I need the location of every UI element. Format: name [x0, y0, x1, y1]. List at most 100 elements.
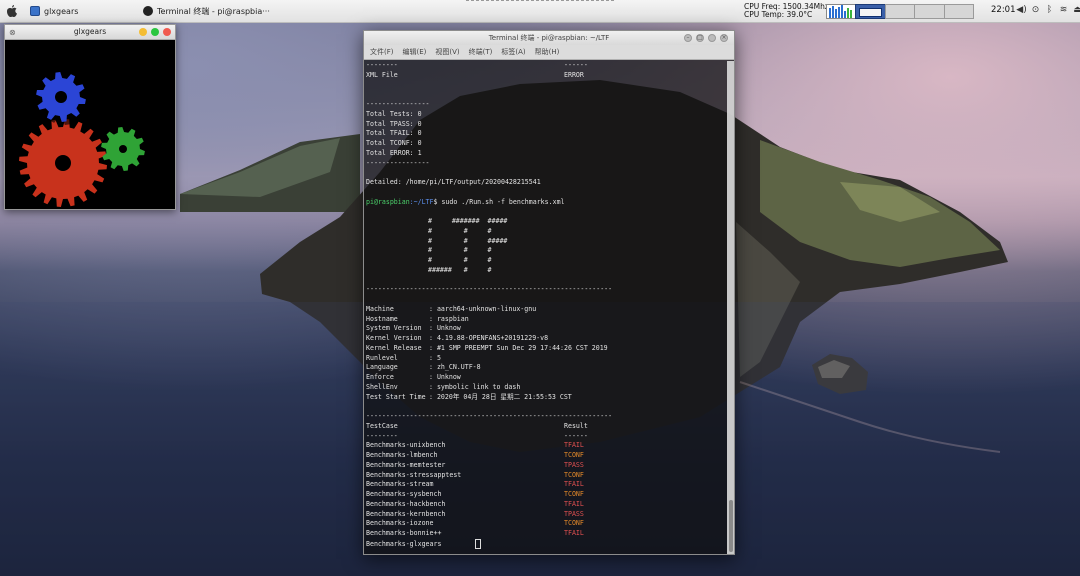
ascii-art-line: ###### # #: [428, 265, 492, 274]
test-row: Benchmarks-stressapptest TCONF: [366, 471, 727, 481]
close-button[interactable]: [163, 28, 171, 36]
bluetooth-icon[interactable]: ᛒ: [1044, 4, 1055, 16]
terminal-line: Total Tests: 0: [366, 109, 422, 118]
maximize-button[interactable]: [708, 34, 716, 42]
eject-icon[interactable]: ⏏: [1072, 4, 1080, 16]
terminal-output[interactable]: -------- ------ XML File ERROR -----------…: [364, 61, 727, 554]
restore-button[interactable]: □: [696, 34, 704, 42]
taskbar-item-terminal[interactable]: Terminal 终端 - pi@raspbia···: [143, 3, 270, 19]
test-row: Benchmarks-glxgears: [366, 538, 727, 549]
apple-menu-icon[interactable]: [6, 4, 18, 18]
wifi-icon[interactable]: ≋: [1058, 4, 1069, 16]
command-prompt: pi@raspbian:~/LTF$ sudo ./Run.sh -f benc…: [366, 197, 565, 206]
menu-help[interactable]: 帮助(H): [535, 45, 560, 59]
top-panel: glxgears Terminal 终端 - pi@raspbia··· CPU…: [0, 0, 1080, 23]
menu-terminal[interactable]: 终端(T): [469, 45, 493, 59]
terminal-icon: [143, 6, 153, 16]
maximize-button[interactable]: [151, 28, 159, 36]
glxgears-window[interactable]: ⊗ glxgears: [4, 24, 176, 210]
test-name: Benchmarks-kernbench: [366, 509, 446, 518]
sysinfo-value: : 5: [429, 353, 441, 362]
terminal-line: Total ERROR: 1: [366, 148, 422, 157]
test-result: TFAIL: [564, 441, 584, 450]
test-result: TCONF: [564, 490, 584, 498]
terminal-line: -------- ------: [366, 61, 588, 69]
test-row: Benchmarks-hackbench TFAIL: [366, 500, 727, 510]
menu-tabs[interactable]: 标签(A): [501, 45, 525, 59]
ascii-art-line: # # #: [428, 226, 492, 235]
sysinfo-value: : zh_CN.UTF-8: [429, 363, 481, 372]
terminal-line: Total TFAIL: 0: [366, 129, 422, 138]
menu-edit[interactable]: 编辑(E): [403, 45, 427, 59]
workspace-2[interactable]: [884, 4, 915, 19]
menu-view[interactable]: 视图(V): [435, 45, 459, 59]
test-name: Benchmarks-unixbench: [366, 441, 446, 450]
test-result: TPASS: [564, 509, 584, 518]
separator-line: ----------------------------------------…: [366, 285, 613, 294]
cpu-usage-graph: [826, 4, 856, 19]
glxgears-titlebar[interactable]: ⊗ glxgears: [5, 25, 175, 40]
minimize-button[interactable]: –: [684, 34, 692, 42]
minimize-button[interactable]: [139, 28, 147, 36]
volume-icon[interactable]: ◀): [1016, 4, 1027, 16]
close-button[interactable]: ×: [720, 34, 728, 42]
test-row: Benchmarks-lmbench TCONF: [366, 451, 727, 461]
test-row: Benchmarks-kernbench TPASS: [366, 510, 727, 520]
test-name: Benchmarks-bonnie++: [366, 529, 442, 537]
sysinfo-key: Hostname: [366, 314, 398, 323]
cpu-info: CPU Freq: 1500.34Mhz CPU Temp: 39.0°C: [744, 3, 829, 19]
ascii-art-line: # # #####: [428, 236, 508, 245]
taskbar-item-glxgears[interactable]: glxgears: [30, 3, 78, 19]
scrollbar-thumb[interactable]: [729, 500, 733, 552]
workspace-pager[interactable]: [855, 4, 974, 19]
test-row: Benchmarks-iozone TCONF: [366, 519, 727, 529]
terminal-line: ----------------: [366, 100, 430, 108]
sysinfo-row: Test Start Time: 2020年 04月 28日 星期二 21:55…: [366, 393, 727, 403]
terminal-window[interactable]: Terminal 终端 - pi@raspbian: ~/LTF – □ × 文…: [363, 30, 735, 555]
test-row: Benchmarks-memtester TPASS: [366, 461, 727, 471]
gears-canvas: [19, 72, 148, 209]
test-result: TFAIL: [564, 529, 584, 537]
menu-file[interactable]: 文件(F): [370, 45, 394, 59]
test-name: Benchmarks-memtester: [366, 460, 446, 469]
test-name: Benchmarks-glxgears: [366, 539, 442, 548]
text-cursor: [475, 538, 482, 549]
sysinfo-value: : raspbian: [429, 314, 469, 323]
window-title: Terminal 终端 - pi@raspbian: ~/LTF: [488, 34, 610, 42]
sysinfo-row: ShellEnv: symbolic link to dash: [366, 383, 727, 393]
sysinfo-key: Kernel Version: [366, 334, 422, 342]
workspace-1[interactable]: [855, 4, 886, 19]
sysinfo-row: Hostname : raspbian: [366, 315, 727, 325]
taskbar-label: glxgears: [44, 6, 79, 16]
sysinfo-key: Test Start Time: [366, 392, 426, 401]
terminal-line: Detailed: /home/pi/LTF/output/2020042821…: [366, 178, 541, 186]
sysinfo-row: Kernel Version: 4.19.88-OPENFANS+2019122…: [366, 334, 727, 344]
test-name: Benchmarks-hackbench: [366, 499, 446, 508]
window-icon: [30, 6, 40, 16]
terminal-scrollbar[interactable]: [727, 61, 734, 554]
test-result: TPASS: [564, 460, 584, 469]
clock[interactable]: 22:01: [991, 5, 1016, 15]
workspace-4[interactable]: [943, 4, 974, 19]
red-gear: [19, 119, 110, 209]
test-result: TFAIL: [564, 499, 584, 508]
system-tray: ◀) ⊙ ᛒ ≋ ⏏: [1016, 4, 1080, 16]
test-name: Benchmarks-stressapptest: [366, 470, 462, 479]
panel-separator: [466, 0, 614, 1]
sysinfo-value: : aarch64-unknown-linux-gnu: [429, 304, 537, 313]
test-name: Benchmarks-sysbench: [366, 490, 442, 498]
test-result: TCONF: [564, 519, 584, 528]
sysinfo-key: Language: [366, 363, 398, 372]
workspace-3[interactable]: [914, 4, 945, 19]
window-menu-icon[interactable]: ⊗: [9, 26, 16, 40]
test-result: TCONF: [564, 451, 584, 459]
terminal-titlebar[interactable]: Terminal 终端 - pi@raspbian: ~/LTF – □ ×: [364, 31, 734, 45]
separator-line: ----------------------------------------…: [366, 412, 613, 420]
green-gear: [101, 127, 148, 174]
sysinfo-row: Enforce: Unknow: [366, 373, 727, 383]
test-name: Benchmarks-iozone: [366, 519, 434, 528]
test-name: Benchmarks-stream: [366, 480, 434, 489]
system-info-block: Machine: aarch64-unknown-linux-gnu Hostna…: [366, 305, 727, 403]
network-icon[interactable]: ⊙: [1030, 4, 1041, 16]
ascii-art-line: # # #: [428, 256, 492, 264]
